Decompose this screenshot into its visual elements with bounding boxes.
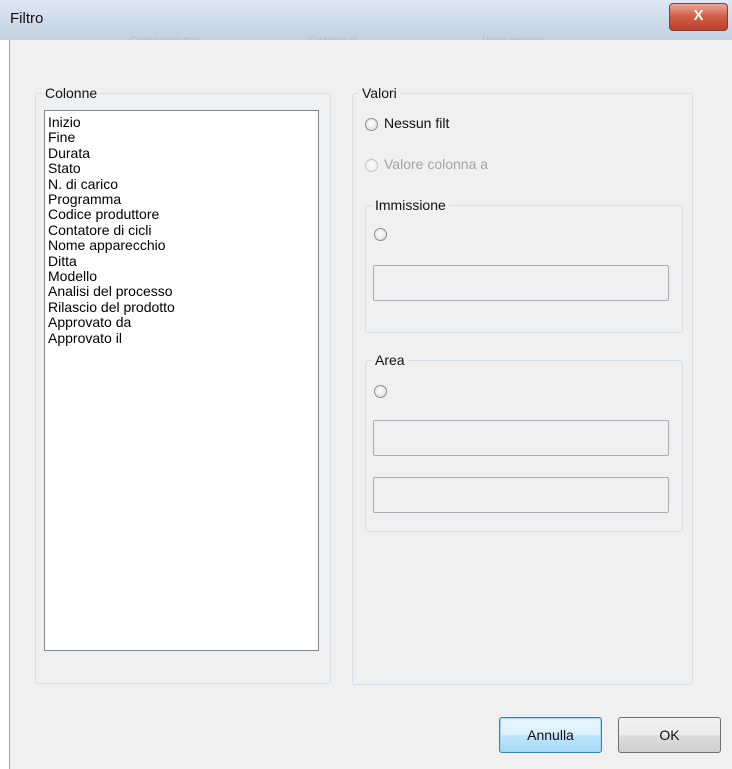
list-item[interactable]: Nome apparecchio <box>48 237 318 253</box>
list-item[interactable]: N. di carico <box>48 176 318 192</box>
ok-button[interactable]: OK <box>618 717 721 753</box>
title-bar[interactable]: Filtro Codice produttore Contatore di ..… <box>0 0 732 45</box>
entry-input[interactable] <box>373 265 669 301</box>
list-item[interactable]: Contatore di cicli <box>48 222 318 238</box>
list-item[interactable]: Programma <box>48 191 318 207</box>
close-button[interactable]: X <box>669 3 728 31</box>
list-item[interactable]: Fine <box>48 129 318 145</box>
list-item[interactable]: Ditta <box>48 253 318 269</box>
entry-radio[interactable] <box>374 228 387 241</box>
list-item[interactable]: Approvato da <box>48 314 318 330</box>
list-item[interactable]: Approvato il <box>48 330 318 346</box>
range-to-input[interactable] <box>373 477 669 513</box>
no-filter-label[interactable]: Nessun filt <box>384 115 449 131</box>
list-item[interactable]: Modello <box>48 268 318 284</box>
no-filter-radio[interactable] <box>365 118 378 131</box>
range-radio[interactable] <box>374 385 387 398</box>
columns-listbox[interactable]: Inizio Fine Durata Stato N. di carico Pr… <box>44 110 319 651</box>
list-item[interactable]: Codice produttore <box>48 207 318 223</box>
columns-legend: Colonne <box>42 85 101 101</box>
close-icon: X <box>693 7 704 24</box>
values-legend: Valori <box>359 85 400 101</box>
list-item[interactable]: Analisi del processo <box>48 284 318 300</box>
cancel-button[interactable]: Annulla <box>499 717 602 753</box>
list-item[interactable]: Stato <box>48 160 318 176</box>
list-item[interactable]: Rilascio del prodotto <box>48 299 318 315</box>
list-item[interactable]: Inizio <box>48 114 318 130</box>
range-legend: Area <box>372 352 408 368</box>
window-title: Filtro <box>10 10 44 27</box>
column-value-label: Valore colonna a <box>384 156 489 172</box>
column-value-radio[interactable] <box>365 159 378 172</box>
range-from-input[interactable] <box>373 420 669 456</box>
entry-legend: Immissione <box>372 197 449 213</box>
list-item[interactable]: Durata <box>48 145 318 161</box>
